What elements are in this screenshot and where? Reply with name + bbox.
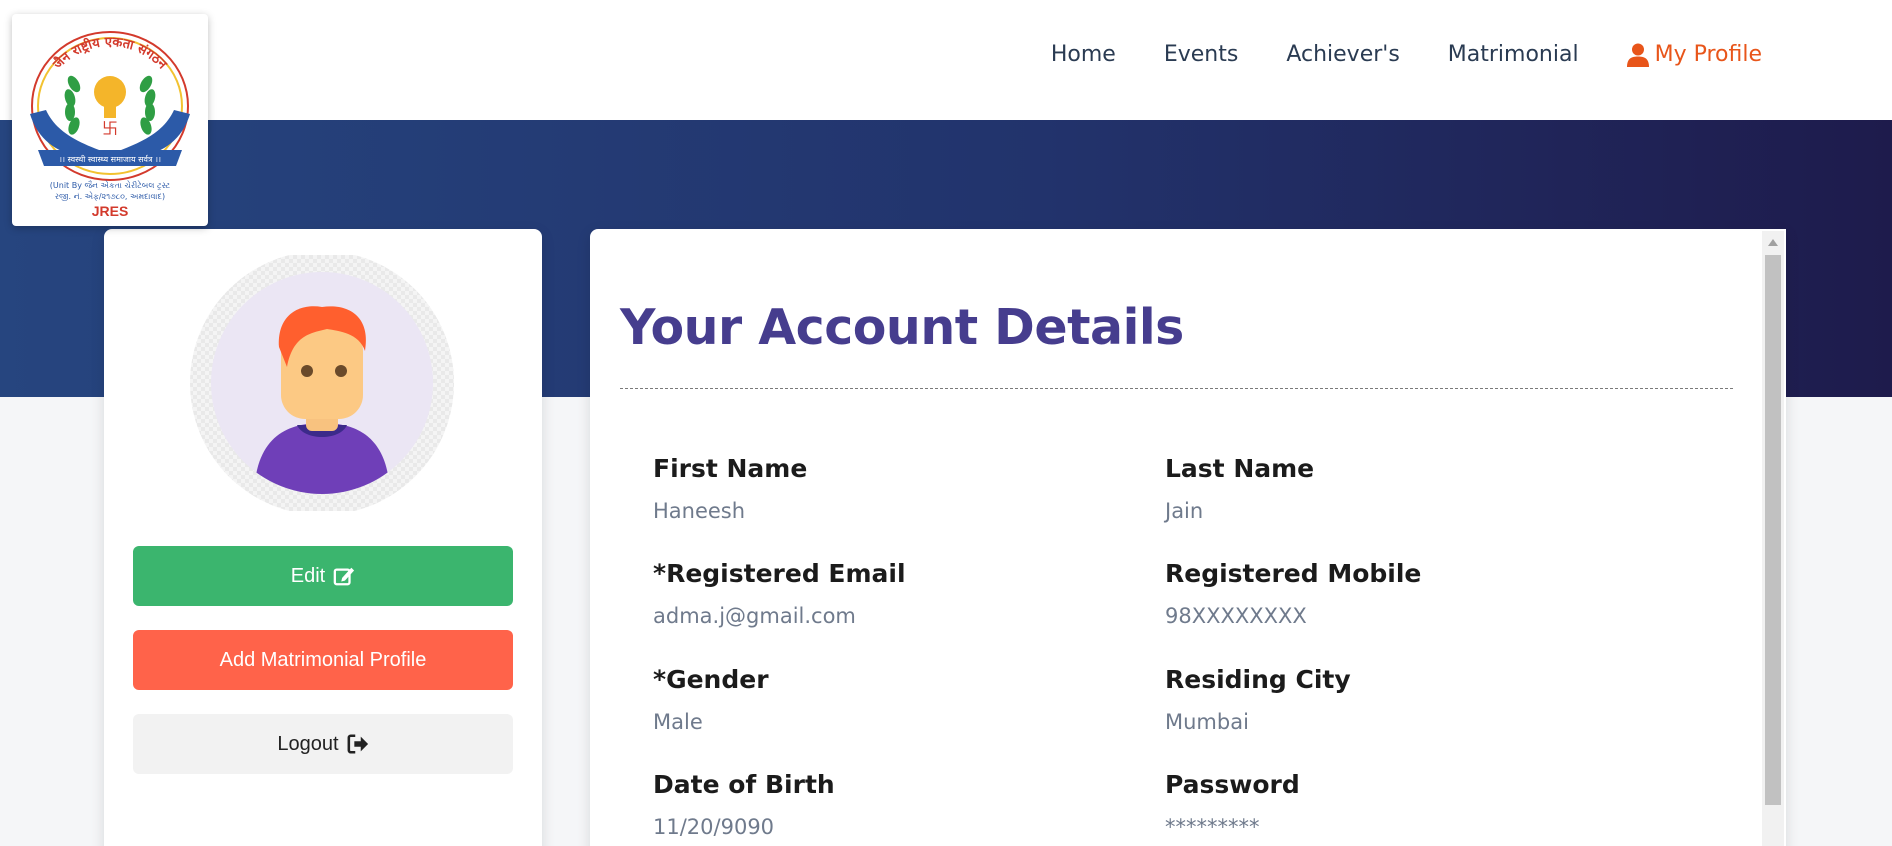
sign-out-icon	[347, 734, 368, 754]
field-label: First Name	[653, 454, 808, 483]
logo-arc-text: जैन राष्ट्रीय एकता संगठन	[49, 35, 170, 73]
nav-home[interactable]: Home	[1051, 42, 1116, 67]
logout-label: Logout	[277, 732, 339, 755]
field-date-of-birth: Date of Birth 11/20/9090	[653, 770, 1133, 839]
user-icon	[1626, 43, 1649, 67]
top-navbar: Home Events Achiever's Matrimonial My Pr…	[0, 0, 1892, 120]
field-value: 98XXXXXXXX	[1165, 604, 1307, 628]
main-nav: Home Events Achiever's Matrimonial My Pr…	[1051, 42, 1762, 67]
scroll-up-button[interactable]	[1762, 231, 1784, 253]
logo-emblem: जैन राष्ट्रीय एकता संगठन 卐 ।। स्वस्थी स्…	[30, 31, 190, 219]
field-last-name: Last Name Jain	[1165, 454, 1645, 523]
logo-ribbon-text: ।। स्वस्थी स्वास्थ्य समाजाय सर्वत्र ।।	[59, 154, 161, 164]
logo-abbr: JRES	[92, 203, 129, 219]
avatar	[189, 251, 455, 515]
field-value: Mumbai	[1165, 710, 1249, 734]
field-registered-email: *Registered Email adma.j@gmail.com	[653, 559, 1133, 628]
logout-button[interactable]: Logout	[133, 714, 513, 774]
site-logo[interactable]: जैन राष्ट्रीय एकता संगठन 卐 ।। स्वस्थी स्…	[12, 14, 208, 226]
edit-label: Edit	[290, 564, 326, 587]
nav-achievers[interactable]: Achiever's	[1286, 42, 1399, 67]
page-title: Your Account Details	[620, 299, 1184, 356]
field-value: Male	[653, 710, 703, 734]
nav-events[interactable]: Events	[1164, 42, 1239, 67]
chevron-up-icon	[1768, 239, 1778, 246]
field-label: Password	[1165, 770, 1300, 799]
field-label: Residing City	[1165, 665, 1351, 694]
field-gender: *Gender Male	[653, 665, 1133, 734]
field-first-name: First Name Haneesh	[653, 454, 1133, 523]
edit-profile-button[interactable]: Edit	[133, 546, 513, 606]
field-label: Date of Birth	[653, 770, 835, 799]
nav-my-profile[interactable]: My Profile	[1626, 42, 1762, 67]
title-divider	[620, 388, 1733, 389]
field-residing-city: Residing City Mumbai	[1165, 665, 1645, 734]
content-scrollbar[interactable]	[1762, 231, 1784, 846]
edit-icon	[333, 567, 355, 586]
field-label: *Gender	[653, 665, 769, 694]
field-label: *Registered Email	[653, 559, 906, 588]
svg-text:जैन राष्ट्रीय एकता संगठन: जैन राष्ट्रीय एकता संगठन	[49, 35, 170, 73]
field-password: Password *********	[1165, 770, 1645, 839]
field-value: Jain	[1165, 499, 1204, 523]
scrollbar-thumb[interactable]	[1765, 255, 1781, 805]
field-value: Haneesh	[653, 499, 746, 523]
add-matrimonial-profile-button[interactable]: Add Matrimonial Profile	[133, 630, 513, 690]
field-registered-mobile: Registered Mobile 98XXXXXXXX	[1165, 559, 1645, 628]
nav-my-profile-label: My Profile	[1654, 42, 1762, 67]
add-matrimonial-label: Add Matrimonial Profile	[219, 648, 427, 671]
field-label: Last Name	[1165, 454, 1315, 483]
field-value: 11/20/9090	[653, 815, 775, 839]
logo-unit-line2: રજી. નં. એફ/૨૧૭૮૦, અમદાવાદ)	[55, 191, 165, 201]
field-value: adma.j@gmail.com	[653, 604, 856, 628]
nav-matrimonial[interactable]: Matrimonial	[1448, 42, 1579, 67]
logo-unit-line1: (Unit By જૈન એકતા ચેરીટેબલ ટ્રસ્ટ	[50, 180, 171, 191]
svg-text:卐: 卐	[102, 119, 118, 138]
field-label: Registered Mobile	[1165, 559, 1422, 588]
field-value: *********	[1165, 815, 1260, 839]
profile-sidebar-card: Edit Add Matrimonial Profile Logout	[104, 229, 542, 846]
account-details-card: Your Account Details First Name Haneesh …	[590, 229, 1786, 846]
